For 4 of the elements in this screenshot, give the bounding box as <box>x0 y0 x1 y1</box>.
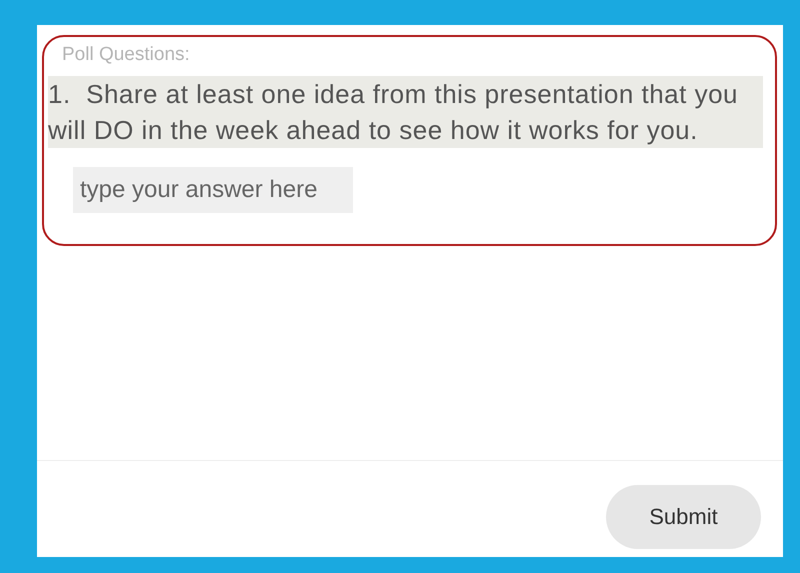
poll-heading: Poll Questions: <box>62 44 190 65</box>
answer-field[interactable]: type your answer here <box>73 166 353 212</box>
submit-button[interactable]: Submit <box>606 484 761 548</box>
question-text: 1. Share at least one idea from this presentation that you will DO in the week ahead to see how it works for you. <box>48 76 763 148</box>
